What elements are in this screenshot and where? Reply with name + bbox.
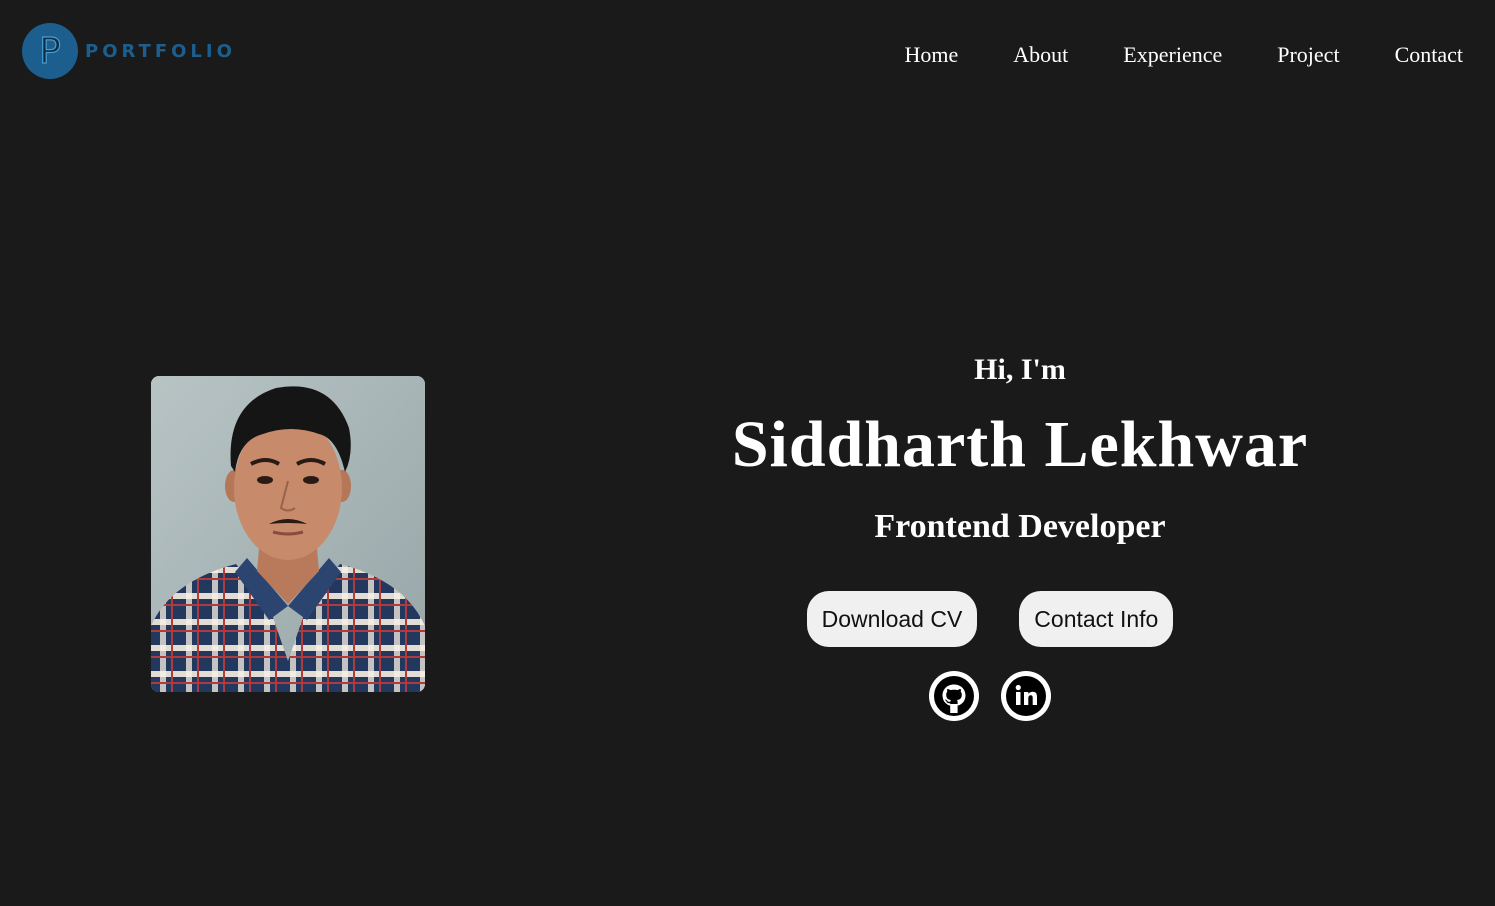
nav-experience[interactable]: Experience [1123, 42, 1222, 68]
logo-text: PORTFOLIO [85, 40, 236, 62]
nav-contact[interactable]: Contact [1395, 42, 1463, 68]
nav-home[interactable]: Home [905, 42, 959, 68]
social-links [580, 671, 1400, 721]
download-cv-button[interactable]: Download CV [806, 591, 978, 647]
greeting-text: Hi, I'm [974, 353, 1066, 386]
hero-name: Siddharth Lekhwar [731, 408, 1309, 481]
contact-info-button[interactable]: Contact Info [1019, 591, 1174, 647]
logo-p-icon: P [39, 30, 62, 72]
profile-photo [151, 376, 425, 692]
nav-project[interactable]: Project [1277, 42, 1339, 68]
svg-text:P: P [39, 31, 61, 72]
linkedin-icon[interactable] [1001, 671, 1051, 721]
hero-role: Frontend Developer [874, 508, 1166, 545]
github-icon[interactable] [929, 671, 979, 721]
logo-badge: P [22, 23, 78, 79]
hero-section: Hi, I'm Siddharth Lekhwar Frontend Devel… [640, 340, 1400, 721]
main-nav: Home About Experience Project Contact [905, 42, 1463, 68]
logo[interactable]: P PORTFOLIO [22, 23, 236, 79]
nav-about[interactable]: About [1013, 42, 1068, 68]
hero-buttons: Download CV Contact Info [580, 591, 1400, 647]
